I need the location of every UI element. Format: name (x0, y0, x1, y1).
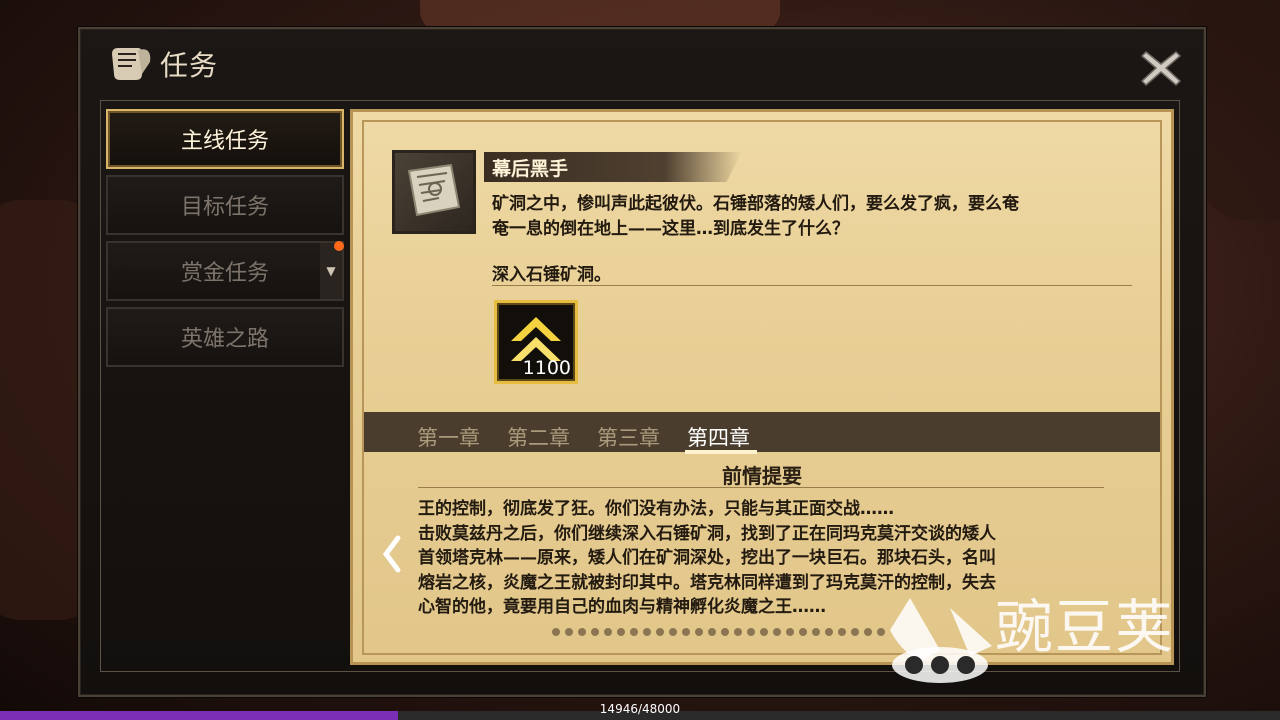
dropdown-arrow-icon[interactable]: ▼ (320, 243, 342, 299)
page-dot (838, 628, 846, 636)
page-dot (682, 628, 690, 636)
reward-slot[interactable]: 1100 (494, 300, 578, 384)
quest-description: 矿洞之中，惨叫声此起彼伏。石锤部落的矮人们，要么发了疯，要么奄 奄一息的倒在地上… (492, 192, 1122, 242)
page-dot (604, 628, 612, 636)
tab-hero-road[interactable]: 英雄之路 (106, 307, 344, 367)
tab-label: 主线任务 (180, 129, 269, 154)
page-dot (630, 628, 638, 636)
page-dot (825, 628, 833, 636)
quest-objective: 深入石锤矿洞。 (492, 265, 611, 285)
page-dot (591, 628, 599, 636)
tab-goal-quest[interactable]: 目标任务 (106, 175, 344, 235)
page-dot (578, 628, 586, 636)
tab-label: 赏金任务 (180, 261, 269, 286)
page-dot (786, 628, 794, 636)
divider (492, 285, 1132, 286)
page-dot (851, 628, 859, 636)
page-dot (669, 628, 677, 636)
page-dot (799, 628, 807, 636)
chevron-left-icon[interactable] (378, 534, 404, 574)
tab-main-quest[interactable]: 主线任务 (106, 109, 344, 169)
summary-line: 首领塔克林——原来，矮人们在矿洞深处，挖出了一块巨石。那块石头，名叫 (418, 548, 996, 568)
summary-line: 击败莫兹丹之后，你们继续深入石锤矿洞，找到了正在同玛克莫汗交谈的矮人 (418, 523, 996, 544)
notification-dot (334, 241, 344, 251)
scroll-map-icon (407, 163, 461, 217)
summary-title: 前情提要 (722, 464, 802, 488)
page-dot (708, 628, 716, 636)
page-dot (565, 628, 573, 636)
xp-text: 14946/48000 (599, 702, 681, 716)
chapter-tab-bar (364, 412, 1160, 452)
quest-map-icon (392, 150, 476, 234)
tab-chapter-1[interactable]: 第一章 (417, 422, 480, 452)
page-dot (656, 628, 664, 636)
page-dot (760, 628, 768, 636)
page-dot (643, 628, 651, 636)
reward-count: 1100 (522, 357, 571, 379)
page-dot (695, 628, 703, 636)
tab-label: 目标任务 (180, 195, 269, 220)
tab-chapter-4[interactable]: 第四章 (687, 422, 750, 452)
page-dot (812, 628, 820, 636)
description-line: 矿洞之中，惨叫声此起彼伏。石锤部落的矮人们，要么发了疯，要么奄 (492, 194, 1019, 214)
close-icon[interactable] (1140, 48, 1182, 88)
description-line: 奄一息的倒在地上——这里…到底发生了什么？ (492, 219, 849, 239)
tab-chapter-3[interactable]: 第三章 (597, 422, 660, 452)
page-dot (747, 628, 755, 636)
page-dot (617, 628, 625, 636)
page-dot (552, 628, 560, 636)
page-dot (773, 628, 781, 636)
page-dot (734, 628, 742, 636)
window-title: 任务 (160, 49, 219, 82)
page-dot (721, 628, 729, 636)
quest-title: 幕后黑手 (492, 158, 569, 180)
tab-chapter-2[interactable]: 第二章 (507, 422, 570, 452)
divider (418, 487, 1104, 488)
summary-line: 王的控制，彻底发了狂。你们没有办法，只能与其正面交战…… (418, 499, 894, 519)
tab-bounty-quest[interactable]: 赏金任务 ▼ (106, 241, 344, 301)
window-header: 任务 (108, 44, 218, 84)
tab-label: 英雄之路 (180, 327, 269, 352)
scroll-feather-icon (112, 48, 151, 80)
watermark-text: 豌豆荚 (995, 593, 1176, 661)
quest-tab-list: 主线任务 目标任务 赏金任务 ▼ 英雄之路 (106, 109, 344, 373)
chapter-active-indicator (685, 450, 757, 454)
page-dot (864, 628, 872, 636)
page-indicator (552, 628, 885, 636)
